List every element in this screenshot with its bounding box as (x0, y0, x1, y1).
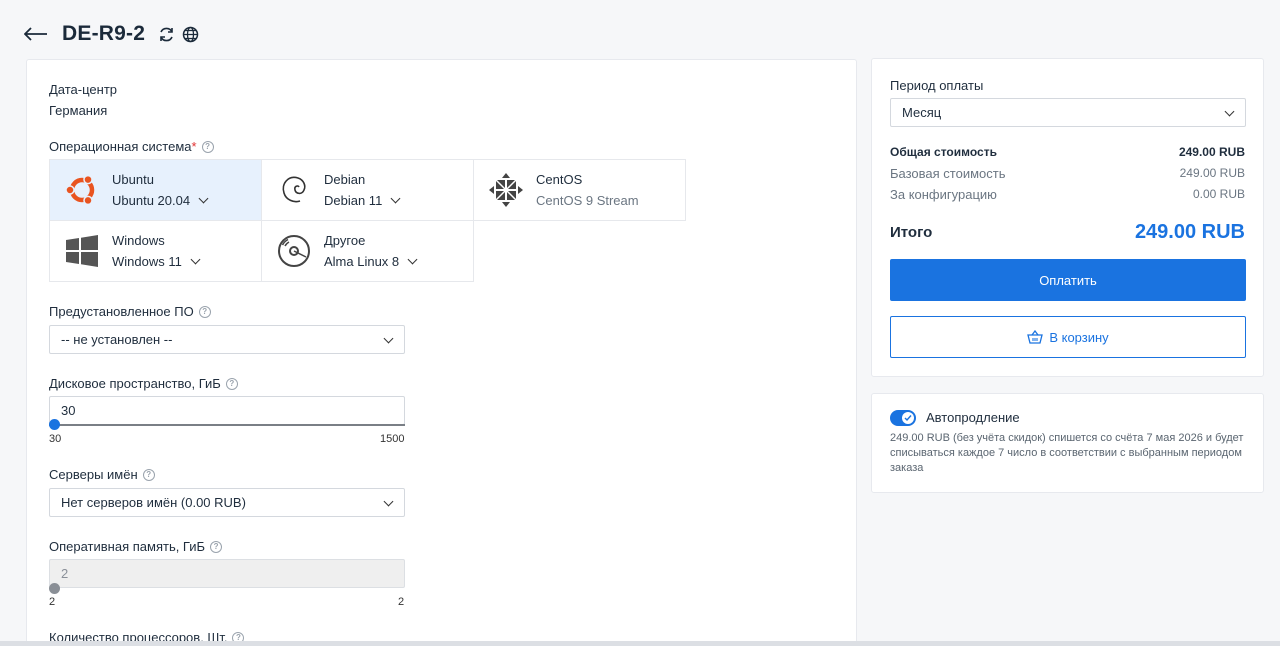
os-version-select[interactable]: Ubuntu 20.04 (112, 193, 209, 208)
disk-label-text: Дисковое пространство, ГиБ (49, 376, 221, 391)
os-tile-ubuntu[interactable]: Ubuntu Ubuntu 20.04 (49, 159, 262, 221)
windows-logo-icon (62, 231, 102, 271)
centos-logo-icon (486, 170, 526, 210)
os-tile-debian[interactable]: Debian Debian 11 (261, 159, 474, 221)
os-name: Windows (112, 233, 165, 248)
ns-label: Серверы имён? (49, 467, 155, 482)
ubuntu-logo-icon (62, 170, 102, 210)
total-cost-row: Общая стоимость 249.00 RUB (890, 145, 1245, 159)
page-header: DE-R9-2 (24, 20, 205, 48)
os-label-text: Операционная система (49, 139, 192, 154)
disk-min: 30 (49, 433, 62, 445)
preinstalled-label-text: Предустановленное ПО (49, 304, 194, 319)
ram-max: 2 (398, 596, 405, 608)
disk-slider-thumb[interactable] (49, 419, 60, 430)
order-summary-card: Период оплаты Месяц Общая стоимость 249.… (871, 58, 1264, 377)
ram-slider-thumb (49, 583, 60, 594)
cart-button-label: В корзину (1049, 329, 1109, 345)
os-version: Windows 11 (112, 254, 182, 269)
os-tile-windows[interactable]: Windows Windows 11 (49, 220, 262, 282)
back-arrow-icon[interactable] (24, 24, 50, 44)
preinstalled-label: Предустановленное ПО? (49, 304, 211, 319)
os-label: Операционная система *? (49, 139, 214, 154)
add-to-cart-button[interactable]: В корзину (890, 316, 1246, 358)
os-version: Alma Linux 8 (324, 254, 400, 269)
autorenew-card: Автопродление 249.00 RUB (без учёта скид… (871, 393, 1264, 493)
help-icon[interactable]: ? (142, 468, 155, 481)
os-name: Ubuntu (112, 172, 154, 187)
ns-label-text: Серверы имён (49, 467, 138, 482)
ram-input: 2 (49, 559, 405, 588)
horizontal-scrollbar[interactable] (0, 641, 1280, 646)
autorenew-toggle[interactable] (890, 410, 916, 426)
datacenter-label: Дата-центр (49, 82, 118, 97)
ns-value: Нет серверов имён (0.00 RUB) (61, 495, 246, 510)
chevron-down-icon (390, 193, 401, 204)
disk-label: Дисковое пространство, ГиБ? (49, 376, 238, 391)
config-card: Дата-центр Германия Операционная система… (26, 59, 857, 646)
period-value: Месяц (902, 105, 942, 120)
config-cost-row: За конфигурацию 0.00 RUB (890, 187, 1245, 202)
required-mark: * (191, 139, 197, 154)
basket-icon (1027, 330, 1044, 344)
pay-button[interactable]: Оплатить (890, 259, 1246, 301)
final-label: Итого (890, 224, 933, 241)
os-name: Debian (324, 172, 366, 187)
total-cost-value: 249.00 RUB (1178, 145, 1245, 159)
disk-max: 1500 (380, 433, 405, 445)
total-cost-label: Общая стоимость (890, 145, 997, 159)
disk-input[interactable]: 30 (49, 396, 405, 425)
globe-icon[interactable] (181, 25, 199, 43)
os-tile-centos[interactable]: CentOS CentOS 9 Stream (473, 159, 686, 221)
preinstalled-select[interactable]: -- не установлен -- (49, 325, 405, 354)
page-title: DE-R9-2 (62, 22, 146, 45)
os-version-select[interactable]: Debian 11 (324, 193, 401, 208)
os-name: CentOS (536, 172, 583, 187)
ram-label-text: Оперативная память, ГиБ (49, 539, 206, 554)
preinstalled-value: -- не установлен -- (61, 332, 173, 347)
autorenew-note: 249.00 RUB (без учёта скидок) спишется с… (890, 432, 1244, 474)
os-version: CentOS 9 Stream (536, 193, 639, 208)
disk-slider-track[interactable] (49, 424, 405, 426)
disk-value: 30 (61, 403, 76, 418)
ns-select[interactable]: Нет серверов имён (0.00 RUB) (49, 488, 405, 517)
chevron-down-icon (383, 333, 394, 344)
os-version-select[interactable]: Alma Linux 8 (324, 254, 418, 269)
period-select[interactable]: Месяц (890, 98, 1246, 127)
help-icon[interactable]: ? (198, 305, 211, 318)
help-icon[interactable]: ? (225, 377, 238, 390)
datacenter-value: Германия (49, 103, 108, 118)
os-version: Debian 11 (324, 193, 383, 208)
period-label: Период оплаты (890, 78, 984, 93)
help-icon[interactable]: ? (201, 140, 214, 153)
final-value: 249.00 RUB (1134, 221, 1245, 243)
debian-logo-icon (274, 170, 314, 210)
ram-label: Оперативная память, ГиБ? (49, 539, 223, 554)
ram-min: 2 (49, 596, 56, 608)
os-tile-other[interactable]: Другое Alma Linux 8 (261, 220, 474, 282)
base-cost-label: Базовая стоимость (890, 166, 1006, 181)
ram-value: 2 (61, 566, 69, 581)
disc-icon (274, 231, 314, 271)
chevron-down-icon (407, 254, 418, 265)
os-name: Другое (324, 233, 366, 248)
help-icon[interactable]: ? (210, 540, 223, 553)
chevron-down-icon (383, 496, 394, 507)
final-row: Итого 249.00 RUB (890, 221, 1245, 244)
chevron-down-icon (190, 254, 201, 265)
config-cost-value: 0.00 RUB (1192, 187, 1245, 201)
base-cost-row: Базовая стоимость 249.00 RUB (890, 166, 1245, 181)
chevron-down-icon (1224, 106, 1235, 117)
os-version-select[interactable]: Windows 11 (112, 254, 201, 269)
os-version: Ubuntu 20.04 (112, 193, 191, 208)
refresh-icon[interactable] (157, 25, 175, 43)
check-icon (902, 412, 914, 424)
chevron-down-icon (198, 193, 209, 204)
config-cost-label: За конфигурацию (890, 187, 997, 202)
base-cost-value: 249.00 RUB (1179, 166, 1245, 180)
autorenew-label: Автопродление (926, 410, 1020, 425)
